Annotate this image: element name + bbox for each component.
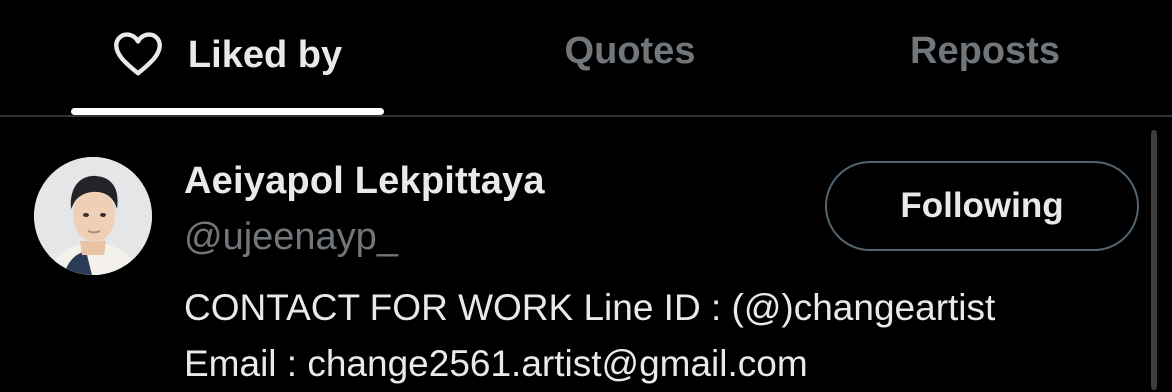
tab-quotes-label: Quotes bbox=[564, 29, 696, 72]
tabs-divider bbox=[0, 115, 1172, 117]
tab-liked-by-label: Liked by bbox=[187, 33, 343, 76]
heart-icon bbox=[113, 32, 162, 76]
following-button[interactable]: Following bbox=[825, 161, 1139, 251]
profile-photo-icon bbox=[34, 157, 152, 275]
active-tab-indicator bbox=[71, 108, 384, 115]
tab-quotes[interactable]: Quotes bbox=[500, 0, 760, 114]
tab-reposts[interactable]: Reposts bbox=[860, 0, 1110, 114]
avatar[interactable] bbox=[34, 157, 152, 275]
scrollbar[interactable] bbox=[1151, 130, 1157, 390]
bio-line: CONTACT FOR WORK Line ID : (@)changearti… bbox=[184, 287, 996, 328]
tab-liked-by[interactable]: Liked by bbox=[70, 0, 384, 114]
user-handle[interactable]: @ujeenayp_ bbox=[184, 216, 398, 259]
user-display-name[interactable]: Aeiyapol Lekpittaya bbox=[184, 160, 545, 203]
bio-line: Email : change2561.artist@gmail.com bbox=[184, 343, 808, 384]
tab-reposts-label: Reposts bbox=[910, 29, 1060, 72]
user-bio: CONTACT FOR WORK Line ID : (@)changearti… bbox=[184, 280, 995, 392]
engagement-tabs: Liked by Quotes Reposts bbox=[0, 0, 1172, 115]
